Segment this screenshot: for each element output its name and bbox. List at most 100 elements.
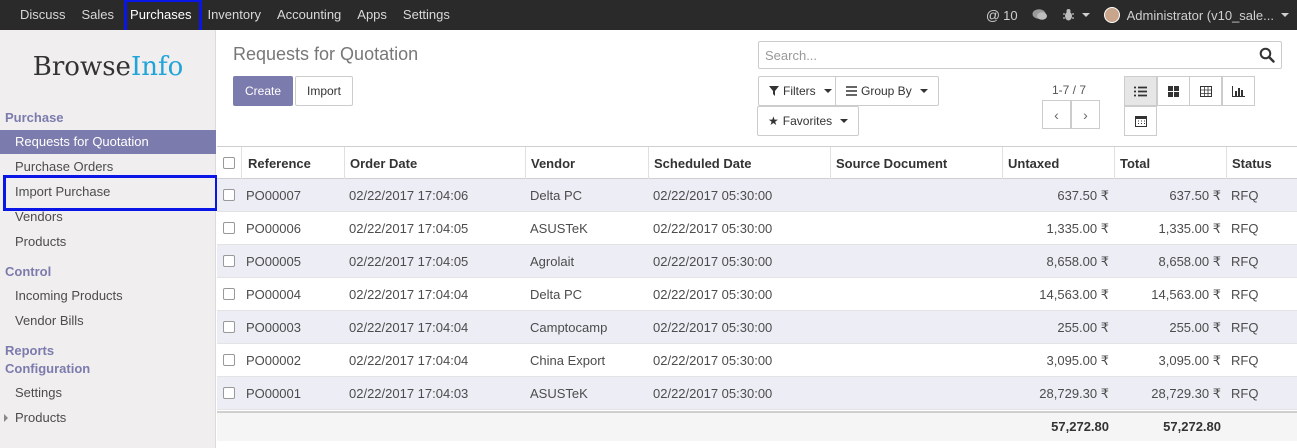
cell-scheduled-date: 02/22/2017 05:30:00 xyxy=(653,188,773,203)
table-row[interactable]: PO00007 02/22/2017 17:04:06 Delta PC 02/… xyxy=(217,179,1297,212)
sidebar-item-config-products[interactable]: Products xyxy=(0,406,216,430)
row-checkbox[interactable] xyxy=(223,288,235,300)
row-select-cell xyxy=(217,344,242,377)
header-total[interactable]: Total xyxy=(1114,147,1227,180)
menu-settings[interactable]: Settings xyxy=(395,0,458,30)
header-scheduled-date[interactable]: Scheduled Date xyxy=(648,147,831,180)
row-checkbox[interactable] xyxy=(223,321,235,333)
user-menu[interactable]: Administrator (v10_sale... xyxy=(1103,7,1289,23)
search-input[interactable] xyxy=(759,42,1239,68)
cell-status: RFQ xyxy=(1231,287,1259,302)
cell-source-document xyxy=(835,311,1002,344)
kanban-view-button[interactable] xyxy=(1157,76,1190,106)
cell-reference: PO00002 xyxy=(246,353,301,368)
menu-inventory[interactable]: Inventory xyxy=(199,0,268,30)
row-select-cell xyxy=(217,377,242,410)
row-checkbox[interactable] xyxy=(223,222,235,234)
sidebar-item-rfq[interactable]: Requests for Quotation xyxy=(0,130,216,154)
sidebar-item-purchase-orders[interactable]: Purchase Orders xyxy=(0,155,216,179)
pivot-view-button[interactable] xyxy=(1189,76,1222,106)
sidebar-item-import-purchase[interactable]: Import Purchase xyxy=(0,180,216,204)
menu-sales[interactable]: Sales xyxy=(74,0,123,30)
cell-order-date: 02/22/2017 17:04:05 xyxy=(349,221,469,236)
chevron-down-icon xyxy=(1081,13,1090,17)
section-reports[interactable]: Reports xyxy=(5,343,54,358)
select-all-cell xyxy=(217,147,242,180)
cell-untaxed: 28,729.30 ₹ xyxy=(1039,386,1109,401)
import-button[interactable]: Import xyxy=(295,76,354,106)
search-icon[interactable] xyxy=(1259,47,1275,63)
chat-bubble-icon xyxy=(1032,9,1047,20)
cell-source-document xyxy=(835,278,1002,311)
sidebar-item-settings[interactable]: Settings xyxy=(0,381,216,405)
row-checkbox[interactable] xyxy=(223,387,235,399)
navbar-systray: @ 10 Administrator (v10_sale... xyxy=(986,0,1289,30)
mentions-button[interactable]: @ 10 xyxy=(986,7,1018,23)
pager-value[interactable]: 1-7 / 7 xyxy=(1052,83,1086,97)
table-row[interactable]: PO00002 02/22/2017 17:04:04 China Export… xyxy=(217,344,1297,377)
cell-source-document xyxy=(835,377,1002,410)
menu-accounting[interactable]: Accounting xyxy=(269,0,349,30)
calendar-view-button[interactable] xyxy=(1124,106,1157,136)
row-select-cell xyxy=(217,311,242,344)
list-view-button[interactable] xyxy=(1124,76,1157,106)
header-vendor[interactable]: Vendor xyxy=(525,147,649,180)
group-by-dropdown[interactable]: Group By xyxy=(835,76,939,106)
section-control[interactable]: Control xyxy=(5,264,51,279)
pager-previous-button[interactable]: ‹ xyxy=(1042,100,1071,129)
sidebar-item-vendor-bills[interactable]: Vendor Bills xyxy=(0,309,216,333)
menu-purchases[interactable]: Purchases xyxy=(122,0,199,30)
pager-next-button[interactable]: › xyxy=(1071,100,1100,129)
table-row[interactable]: PO00003 02/22/2017 17:04:04 Camptocamp 0… xyxy=(217,311,1297,344)
sidebar-item-label: Products xyxy=(15,410,67,425)
chevron-down-icon xyxy=(823,89,832,93)
menu-apps[interactable]: Apps xyxy=(349,0,395,30)
header-reference[interactable]: Reference xyxy=(242,147,345,180)
cell-vendor: Agrolait xyxy=(530,254,575,269)
header-order-date[interactable]: Order Date xyxy=(344,147,526,180)
star-icon: ★ xyxy=(768,114,779,128)
favorites-dropdown[interactable]: ★ Favorites xyxy=(757,106,860,136)
filters-dropdown[interactable]: Filters xyxy=(758,76,843,106)
cell-reference: PO00005 xyxy=(246,254,301,269)
cell-untaxed: 255.00 ₹ xyxy=(1057,320,1109,335)
table-header-row: Reference Order Date Vendor Scheduled Da… xyxy=(217,146,1297,180)
sidebar-item-products[interactable]: Products xyxy=(0,230,216,254)
cell-status: RFQ xyxy=(1231,188,1259,203)
row-checkbox[interactable] xyxy=(223,189,235,201)
cell-scheduled-date: 02/22/2017 05:30:00 xyxy=(653,386,773,401)
section-purchase[interactable]: Purchase xyxy=(5,110,64,125)
cell-order-date: 02/22/2017 17:04:05 xyxy=(349,254,469,269)
header-source-document[interactable]: Source Document xyxy=(830,147,1003,180)
section-configuration[interactable]: Configuration xyxy=(5,361,90,376)
sidebar-item-vendors[interactable]: Vendors xyxy=(0,205,216,229)
cell-vendor: Camptocamp xyxy=(530,320,608,335)
kanban-view-icon xyxy=(1168,85,1179,97)
filters-label: Filters xyxy=(783,84,816,98)
row-select-cell xyxy=(217,179,242,212)
select-all-checkbox[interactable] xyxy=(223,157,235,169)
sidebar-item-incoming-products[interactable]: Incoming Products xyxy=(0,284,216,308)
cell-order-date: 02/22/2017 17:04:04 xyxy=(349,353,469,368)
menu-discuss[interactable]: Discuss xyxy=(12,0,74,30)
table-row[interactable]: PO00001 02/22/2017 17:04:03 ASUSTeK 02/2… xyxy=(217,377,1297,410)
debug-button[interactable] xyxy=(1062,8,1090,22)
calendar-icon xyxy=(1134,116,1147,127)
graph-view-button[interactable] xyxy=(1222,76,1255,106)
table-row[interactable]: PO00006 02/22/2017 17:04:05 ASUSTeK 02/2… xyxy=(217,212,1297,245)
cell-vendor: ASUSTeK xyxy=(530,386,588,401)
cell-status: RFQ xyxy=(1231,353,1259,368)
header-status[interactable]: Status xyxy=(1226,147,1297,180)
cell-untaxed: 3,095.00 ₹ xyxy=(1046,353,1110,368)
table-row[interactable]: PO00004 02/22/2017 17:04:04 Delta PC 02/… xyxy=(217,278,1297,311)
create-button[interactable]: Create xyxy=(233,76,294,106)
cell-scheduled-date: 02/22/2017 05:30:00 xyxy=(653,320,773,335)
header-untaxed[interactable]: Untaxed xyxy=(1002,147,1115,180)
table-row[interactable]: PO00005 02/22/2017 17:04:05 Agrolait 02/… xyxy=(217,245,1297,278)
row-checkbox[interactable] xyxy=(223,255,235,267)
row-checkbox[interactable] xyxy=(223,354,235,366)
chevron-right-icon: › xyxy=(1083,106,1088,123)
cell-order-date: 02/22/2017 17:04:03 xyxy=(349,386,469,401)
avatar xyxy=(1103,7,1120,23)
chat-button[interactable] xyxy=(1032,8,1048,22)
